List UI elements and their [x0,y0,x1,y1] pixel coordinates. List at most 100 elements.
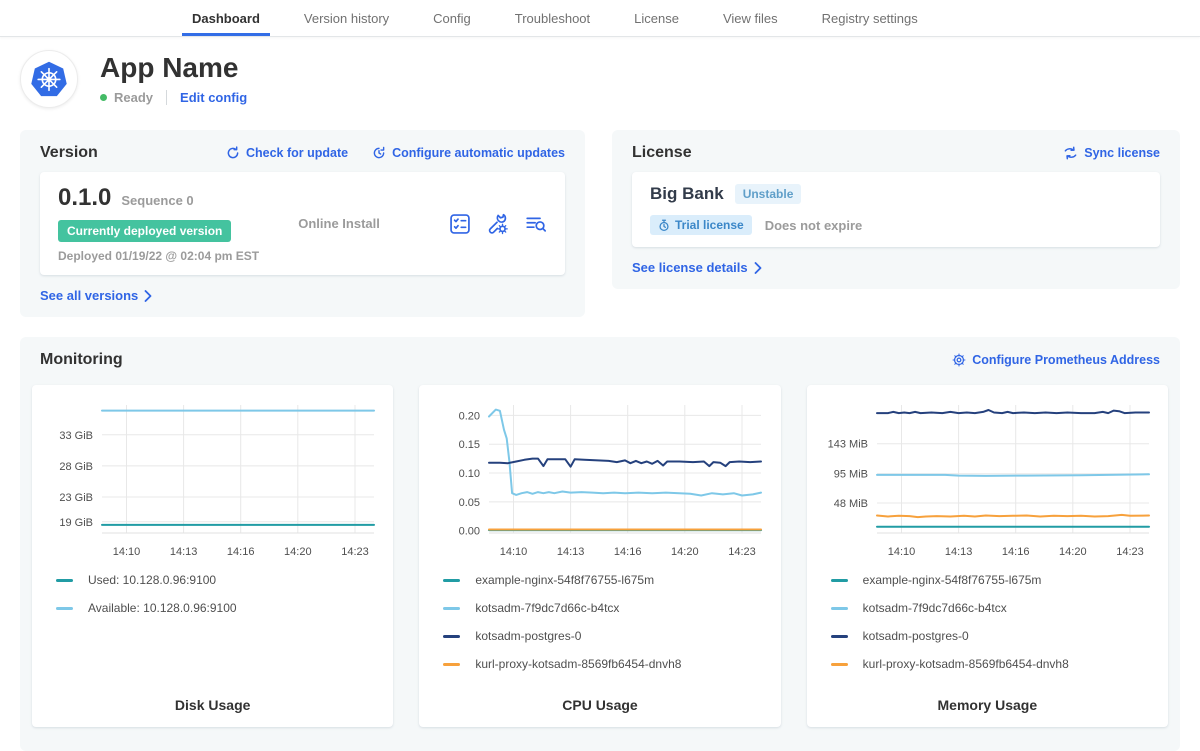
legend-label: example-nginx-54f8f76755-l675m [863,573,1042,587]
chart-plot[interactable]: 14:1014:1314:1614:2014:23143 MiB95 MiB48… [817,395,1158,563]
channel-badge: Unstable [735,184,802,204]
svg-text:14:16: 14:16 [614,546,642,558]
svg-text:48 MiB: 48 MiB [833,498,867,510]
legend-color-dash [56,579,73,582]
see-all-versions-link[interactable]: See all versions [40,288,152,303]
legend-item: example-nginx-54f8f76755-l675m [831,573,1158,587]
license-meta-row: Trial license Does not expire [650,215,1142,235]
install-type-label: Online Install [298,216,380,231]
current-version-card: 0.1.0 Sequence 0 Currently deployed vers… [40,172,565,275]
svg-text:19 GiB: 19 GiB [59,517,93,529]
app-title: App Name [100,53,247,84]
version-panel-links: Check for update Configure automatic upd… [226,146,565,160]
legend-color-dash [831,579,848,582]
sync-icon [1063,146,1078,160]
monitoring-title: Monitoring [40,351,123,369]
license-details-card: Big Bank Unstable Trial license [632,172,1160,247]
schedule-update-icon [372,146,386,160]
svg-text:14:20: 14:20 [1059,546,1087,558]
svg-text:0.10: 0.10 [459,468,480,480]
tab-dashboard[interactable]: Dashboard [182,0,270,36]
chart-legend: example-nginx-54f8f76755-l675m kotsadm-7f… [429,573,770,671]
legend-color-dash [831,607,848,610]
svg-text:0.00: 0.00 [459,526,480,538]
stopwatch-icon [658,219,670,232]
memory-usage-chart-card: 14:1014:1314:1614:2014:23143 MiB95 MiB48… [807,385,1168,727]
chart-svg[interactable]: 14:1014:1314:1614:2014:230.200.150.100.0… [429,395,769,563]
svg-text:14:16: 14:16 [1002,546,1030,558]
monitoring-panel: Monitoring Configure Prometheus Address … [20,337,1180,751]
svg-text:14:10: 14:10 [113,546,141,558]
tab-config[interactable]: Config [423,0,481,36]
see-license-details-row: See license details [632,260,1160,275]
legend-color-dash [443,663,460,666]
license-panel-header: License Sync license [632,144,1160,162]
chart-plot[interactable]: 14:1014:1314:1614:2014:230.200.150.100.0… [429,395,770,563]
legend-label: kotsadm-7f9dc7d66c-b4tcx [863,601,1007,615]
legend-label: kotsadm-7f9dc7d66c-b4tcx [475,601,619,615]
svg-text:14:23: 14:23 [729,546,757,558]
tab-view-files[interactable]: View files [713,0,788,36]
legend-item: kurl-proxy-kotsadm-8569fb6454-dnvh8 [443,657,770,671]
chart-title: Disk Usage [42,691,383,715]
chart-svg[interactable]: 14:1014:1314:1614:2014:2333 GiB28 GiB23 … [42,395,382,563]
tab-license[interactable]: License [624,0,689,36]
preflight-checks-icon[interactable] [449,213,471,235]
monitoring-header: Monitoring Configure Prometheus Address [32,351,1168,369]
chart-title: CPU Usage [429,691,770,715]
version-panel-title: Version [40,144,98,162]
config-wrench-icon[interactable] [487,213,509,235]
version-panel-header: Version Check for update [40,144,565,162]
svg-text:28 GiB: 28 GiB [59,461,93,473]
legend-color-dash [56,607,73,610]
cards-row: Version Check for update [20,130,1180,317]
tab-registry-settings[interactable]: Registry settings [812,0,928,36]
legend-label: kotsadm-postgres-0 [475,629,581,643]
legend-label: example-nginx-54f8f76755-l675m [475,573,654,587]
legend-label: kurl-proxy-kotsadm-8569fb6454-dnvh8 [475,657,681,671]
sync-license-button[interactable]: Sync license [1063,146,1160,160]
version-sequence: Sequence 0 [121,193,193,208]
legend-label: Available: 10.128.0.96:9100 [88,601,237,615]
svg-text:0.05: 0.05 [459,497,480,509]
legend-item: kurl-proxy-kotsadm-8569fb6454-dnvh8 [831,657,1158,671]
deployed-timestamp: Deployed 01/19/22 @ 02:04 pm EST [58,249,259,263]
chart-legend: Used: 10.128.0.96:9100Available: 10.128.… [42,573,383,615]
svg-text:14:20: 14:20 [284,546,312,558]
license-expiry: Does not expire [765,218,863,233]
svg-text:14:16: 14:16 [227,546,255,558]
charts-row: 14:1014:1314:1614:2014:2333 GiB28 GiB23 … [32,385,1168,727]
tab-version-history[interactable]: Version history [294,0,399,36]
svg-text:0.15: 0.15 [459,439,480,451]
kubernetes-icon [26,56,72,102]
app-title-block: App Name Ready Edit config [100,53,247,106]
svg-text:33 GiB: 33 GiB [59,430,93,442]
nav-tabs: Dashboard Version history Config Troublesho… [170,0,940,36]
svg-text:14:20: 14:20 [671,546,699,558]
svg-text:143 MiB: 143 MiB [827,439,867,451]
svg-text:14:13: 14:13 [170,546,198,558]
edit-config-link[interactable]: Edit config [180,90,247,105]
legend-label: kurl-proxy-kotsadm-8569fb6454-dnvh8 [863,657,1069,671]
configure-prometheus-button[interactable]: Configure Prometheus Address [952,353,1160,367]
page-content: App Name Ready Edit config Version [0,50,1200,751]
view-logs-icon[interactable] [525,213,547,235]
app-status: Ready [114,90,153,105]
configure-automatic-updates-button[interactable]: Configure automatic updates [372,146,565,160]
status-dot-icon [100,94,107,101]
trial-license-badge: Trial license [650,215,752,235]
legend-color-dash [443,607,460,610]
version-actions [449,213,547,235]
refresh-icon [226,146,240,160]
svg-text:14:10: 14:10 [500,546,528,558]
chevron-right-icon [144,290,152,302]
chart-plot[interactable]: 14:1014:1314:1614:2014:2333 GiB28 GiB23 … [42,395,383,563]
chart-svg[interactable]: 14:1014:1314:1614:2014:23143 MiB95 MiB48… [817,395,1157,563]
svg-text:14:13: 14:13 [557,546,585,558]
see-license-details-link[interactable]: See license details [632,260,762,275]
cpu-usage-chart-card: 14:1014:1314:1614:2014:230.200.150.100.0… [419,385,780,727]
version-info: 0.1.0 Sequence 0 Currently deployed vers… [58,184,259,263]
tab-troubleshoot[interactable]: Troubleshoot [505,0,600,36]
license-panel-title: License [632,144,692,162]
check-for-update-button[interactable]: Check for update [226,146,348,160]
